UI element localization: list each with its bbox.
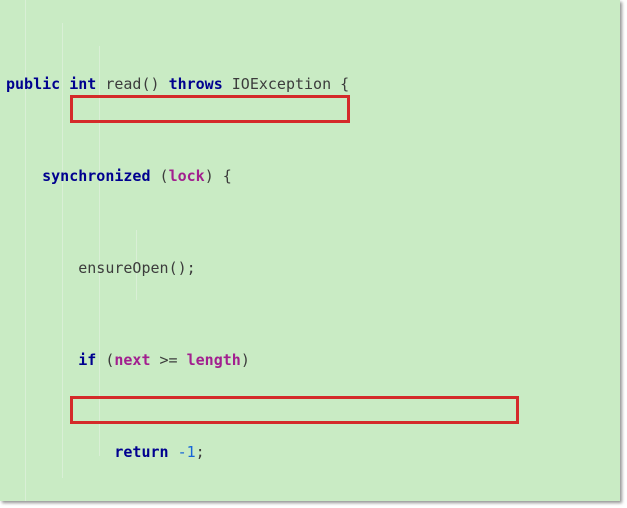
code-editor-pane[interactable]: public int read() throws IOException { s… [0,0,620,501]
token-punctuation: ; [195,443,205,461]
token-keyword: int [69,75,97,93]
token-method-call: ensureOpen [78,259,169,277]
token-punctuation: ) { [204,167,232,185]
screenshot-root: public int read() throws IOException { s… [0,0,627,508]
token-punctuation: ) [240,351,250,369]
token-keyword: synchronized [42,167,151,185]
token-field: next [114,351,151,369]
token-keyword: if [78,351,97,369]
token-type: IOException [231,75,332,93]
token-punctuation: () [141,75,169,93]
token-keyword: throws [168,75,223,93]
token-field: lock [168,167,205,185]
token-punctuation: { [331,75,350,93]
token-operator: >= [150,351,187,369]
code-line: ensureOpen(); [6,257,620,280]
code-line: return -1; [6,441,620,464]
token-punctuation: (); [168,259,196,277]
token-keyword: return [114,443,169,461]
token-number: -1 [177,443,196,461]
code-line: synchronized (lock) { [6,165,620,188]
code-line: if (next >= length) [6,349,620,372]
code-content[interactable]: public int read() throws IOException { s… [0,0,620,501]
token-punctuation: ( [150,167,169,185]
token-field: length [186,351,241,369]
code-line: public int read() throws IOException { [6,73,620,96]
token-keyword: public [6,75,61,93]
token-method-name: read [105,75,142,93]
token-punctuation: ( [96,351,115,369]
